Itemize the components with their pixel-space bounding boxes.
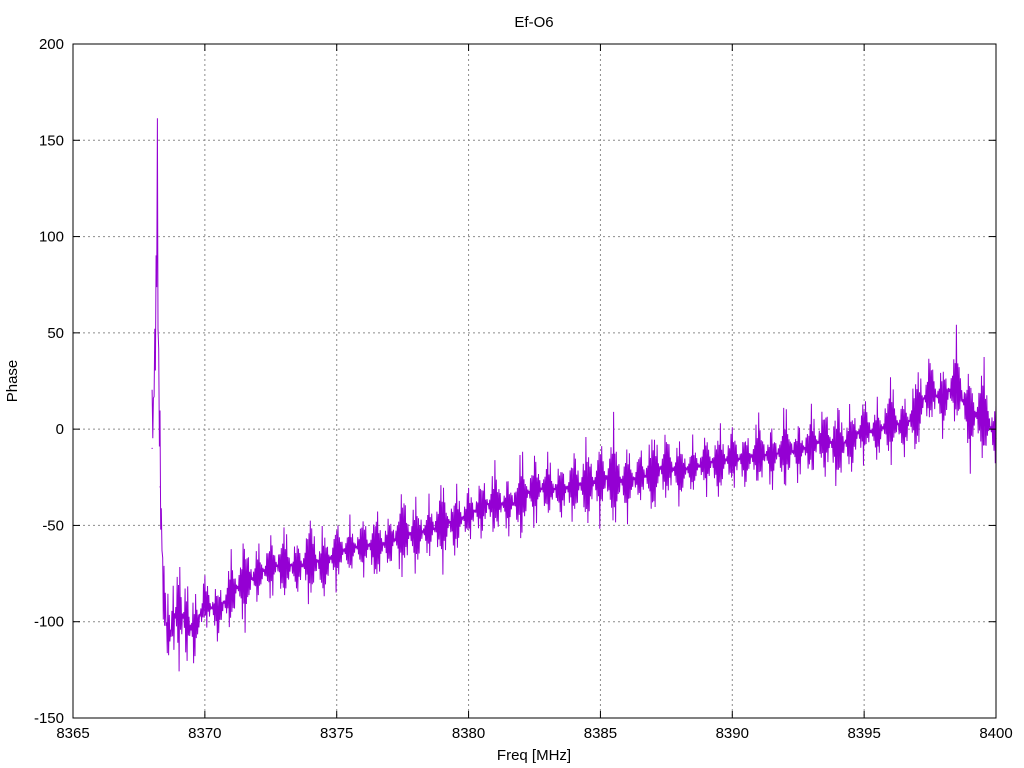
- data-point: [177, 611, 180, 613]
- y-tick-label: -150: [34, 710, 64, 727]
- data-point: [678, 470, 681, 473]
- data-point: [705, 463, 707, 465]
- data-point: [889, 418, 892, 421]
- data-point: [969, 418, 971, 421]
- data-point: [336, 553, 338, 555]
- x-tick-label: 8395: [847, 725, 880, 742]
- data-point: [823, 438, 826, 440]
- plot-frame: [72, 43, 997, 719]
- data-point: [784, 447, 786, 449]
- data-point: [163, 601, 165, 604]
- y-tick-label: 200: [39, 36, 64, 53]
- data-point: [441, 524, 443, 527]
- data-point: [507, 505, 509, 507]
- x-tick-label: 8400: [979, 725, 1012, 742]
- y-axis-label: Phase: [4, 360, 21, 403]
- data-point: [586, 482, 588, 484]
- data-point: [322, 563, 325, 565]
- data-point: [520, 495, 522, 498]
- x-tick-label: 8385: [584, 725, 617, 742]
- data-point: [270, 567, 272, 569]
- data-point: [362, 544, 364, 546]
- tick-layer: 8365 8370 8375 8380 8385 8390 8395 8400 -150 -100…: [34, 36, 1013, 742]
- data-point: [652, 470, 654, 473]
- y-tick-label: 0: [56, 421, 64, 438]
- data-point: [467, 515, 470, 517]
- data-point: [375, 547, 377, 550]
- x-tick-label: 8390: [716, 725, 749, 742]
- y-tick-label: -100: [34, 614, 64, 631]
- data-point: [863, 428, 865, 430]
- data-point: [916, 409, 918, 411]
- data-point: [771, 457, 773, 459]
- series-layer: [151, 118, 997, 672]
- data-point: [243, 582, 246, 584]
- data-point: [639, 476, 641, 478]
- data-point: [388, 540, 391, 542]
- phase-series-line: [151, 118, 997, 672]
- data-point: [613, 476, 615, 478]
- data-point: [626, 482, 628, 484]
- data-point: [349, 547, 351, 550]
- data-point: [230, 592, 232, 594]
- phase-chart: Ef-O6 8365 8370 8375 8380 8385 8390 8395 8400 -1…: [4, 14, 1013, 764]
- data-point: [599, 480, 602, 482]
- data-point: [744, 459, 747, 461]
- data-point: [758, 451, 760, 453]
- y-tick-label: 50: [47, 325, 64, 342]
- y-tick-label: 150: [39, 132, 64, 149]
- data-point: [283, 563, 285, 565]
- data-point: [481, 505, 483, 507]
- data-point: [810, 443, 813, 446]
- data-point: [185, 621, 187, 623]
- data-point: [718, 461, 720, 463]
- data-point: [402, 534, 404, 536]
- data-point: [692, 467, 694, 469]
- data-point: [560, 490, 562, 492]
- data-point: [296, 567, 298, 569]
- data-point: [428, 528, 430, 530]
- data-point: [309, 559, 311, 561]
- data-point: [257, 572, 259, 575]
- y-tick-label: -50: [42, 517, 64, 534]
- data-point: [903, 428, 905, 430]
- x-axis-label: Freq [MHz]: [497, 747, 571, 764]
- data-point: [494, 501, 496, 503]
- data-point: [955, 380, 958, 382]
- data-point: [156, 216, 158, 218]
- data-point: [172, 621, 174, 623]
- data-point: [547, 486, 549, 488]
- x-tick-label: 8365: [56, 725, 89, 742]
- data-point: [665, 467, 667, 469]
- data-point: [193, 630, 195, 632]
- data-point: [415, 534, 417, 536]
- x-tick-label: 8370: [188, 725, 221, 742]
- y-tick-label: 100: [39, 229, 64, 246]
- data-point: [929, 390, 931, 392]
- data-point: [876, 432, 878, 434]
- data-point: [454, 520, 456, 523]
- data-point: [942, 399, 944, 401]
- data-point: [159, 486, 161, 488]
- x-tick-label: 8380: [452, 725, 485, 742]
- data-point: [167, 640, 169, 642]
- data-point: [154, 351, 156, 353]
- data-point: [217, 611, 219, 613]
- data-point: [204, 601, 206, 604]
- data-point: [837, 447, 839, 449]
- chart-title: Ef-O6: [514, 14, 553, 31]
- x-tick-label: 8375: [320, 725, 353, 742]
- data-point: [573, 486, 575, 488]
- data-point: [151, 447, 153, 449]
- data-point: [797, 451, 799, 453]
- data-point: [850, 438, 852, 440]
- data-point: [731, 457, 733, 459]
- grid-layer: [73, 44, 996, 718]
- data-point: [982, 409, 984, 411]
- data-point: [533, 490, 536, 492]
